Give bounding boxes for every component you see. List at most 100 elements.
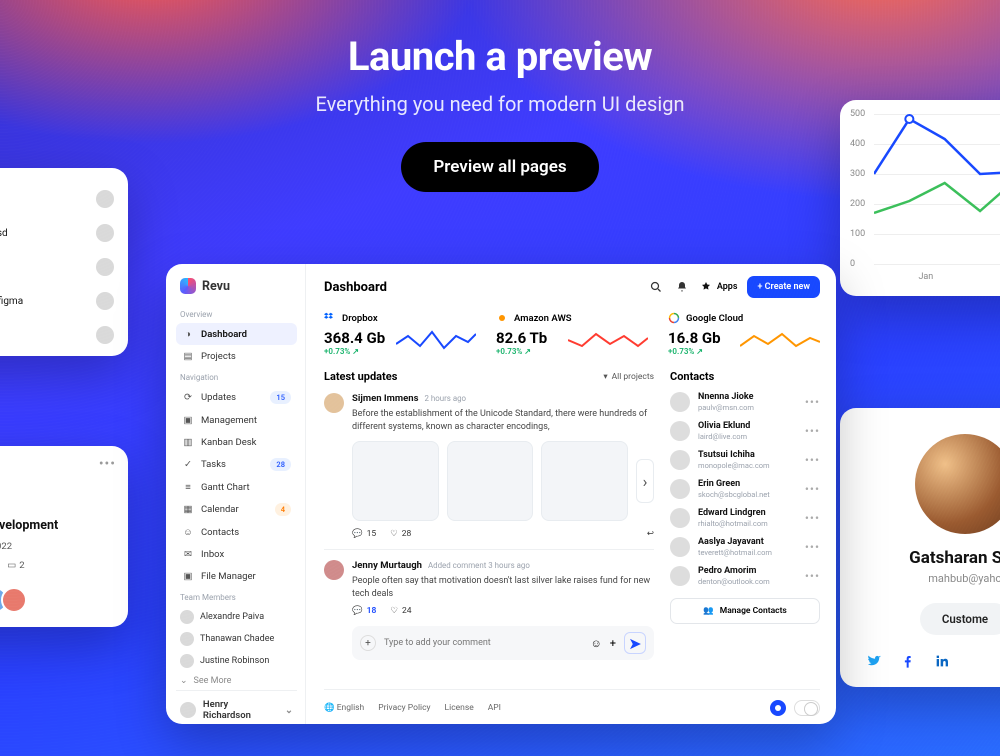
brand-logo[interactable]: Revu — [176, 276, 297, 304]
attachment-thumb[interactable] — [352, 441, 439, 521]
avatar — [915, 434, 1000, 534]
storage-stats: Dropbox 368.4 Gb +0.73% ↗ Amazon AWS 82.… — [324, 312, 820, 356]
linkedin-icon[interactable] — [934, 653, 950, 669]
next-arrow-icon[interactable]: › — [636, 459, 654, 503]
dashboard-window: Revu Overview ◑Dashboard ▤Projects Navig… — [166, 264, 836, 724]
add-attachment-button[interactable]: + — [360, 635, 376, 651]
sidebar-item-files[interactable]: ▣File Manager — [176, 565, 297, 587]
bell-icon[interactable] — [674, 279, 690, 295]
project-stats: ☑ 2 ◔ 80% ▭ 2 — [0, 560, 114, 571]
avatar — [96, 258, 114, 276]
twitter-icon[interactable] — [866, 653, 882, 669]
sidebar-item-calendar[interactable]: ▦Calendar4 — [176, 498, 297, 521]
sidebar-item-dashboard[interactable]: ◑Dashboard — [176, 323, 297, 345]
all-projects-filter[interactable]: ▾All projects — [603, 372, 654, 382]
more-icon[interactable]: ••• — [805, 482, 820, 496]
post: Sijmen Immens2 hours ago Before the esta… — [324, 393, 654, 539]
stat-aws[interactable]: Amazon AWS 82.6 Tb +0.73% ↗ — [496, 312, 648, 356]
aws-icon — [496, 312, 508, 324]
line-chart: 500 400 300 200 100 0 Jan Feb — [874, 114, 1000, 264]
stat-gcloud[interactable]: Google Cloud 16.8 Gb +0.73% ↗ — [668, 312, 820, 356]
footer-link[interactable]: API — [488, 703, 501, 713]
add-icon[interactable]: + — [610, 637, 616, 650]
team-member[interactable]: Thanawan Chadee — [176, 628, 297, 650]
more-icon[interactable]: ••• — [805, 511, 820, 525]
more-icon[interactable]: ••• — [805, 540, 820, 554]
y-tick: 100 — [850, 229, 865, 239]
file-row[interactable]: ne for team.figma — [0, 284, 114, 318]
file-row[interactable]: .sketch — [0, 182, 114, 216]
more-icon[interactable]: ••• — [805, 453, 820, 467]
create-new-button[interactable]: + Create new — [747, 276, 820, 298]
see-more-link[interactable]: ⌄See More — [176, 672, 297, 690]
contact-row[interactable]: Aaslya Jayavantteverett@hotmail.com••• — [670, 537, 820, 557]
contact-row[interactable]: Pedro Amorimdenton@outlook.com••• — [670, 566, 820, 586]
contact-row[interactable]: Olivia Eklundlaird@live.com••• — [670, 421, 820, 441]
dropbox-icon — [324, 312, 336, 324]
comments-button[interactable]: 💬 18 — [352, 606, 376, 616]
contact-row[interactable]: Tsutsui Ichihamonopole@mac.com••• — [670, 450, 820, 470]
comments-button[interactable]: 💬 15 — [352, 529, 376, 539]
avatar — [324, 560, 344, 580]
sidebar-item-updates[interactable]: ⟳Updates15 — [176, 386, 297, 409]
share-icon[interactable]: ↩ — [647, 529, 654, 539]
topbar: Dashboard Apps + Create new — [324, 276, 820, 298]
comments-count: ▭ 2 — [7, 560, 24, 571]
contact-row[interactable]: Edward Lindgrenrhialto@hotmail.com••• — [670, 508, 820, 528]
avatar — [180, 702, 196, 718]
avatar — [96, 292, 114, 310]
file-row[interactable]: tor.ai — [0, 250, 114, 284]
theme-toggle[interactable] — [794, 700, 820, 716]
send-button[interactable]: ➤ — [624, 632, 646, 654]
emoji-icon[interactable]: ☺ — [591, 637, 602, 650]
record-icon[interactable] — [770, 700, 786, 716]
files-card: .sketch templates.psd tor.ai ne for team… — [0, 168, 128, 356]
post-time: 2 hours ago — [424, 394, 466, 403]
sidebar-item-management[interactable]: ▣Management — [176, 409, 297, 431]
updates-feed: Latest updates ▾All projects Sijmen Imme… — [324, 370, 654, 689]
avatar — [96, 190, 114, 208]
contact-row[interactable]: Nnenna Jiokepaulv@msn.com••• — [670, 392, 820, 412]
apps-button[interactable]: Apps — [700, 281, 738, 293]
sidebar-item-projects[interactable]: ▤Projects — [176, 345, 297, 367]
comment-input[interactable] — [384, 638, 583, 648]
columns-icon: ▥ — [182, 436, 194, 448]
sidebar-item-inbox[interactable]: ✉Inbox — [176, 543, 297, 565]
contact-row[interactable]: Erin Greenskoch@sbcglobal.net••• — [670, 479, 820, 499]
calendar-icon: 🗓 03 Dec 2022 — [0, 541, 12, 552]
manage-contacts-button[interactable]: 👥Manage Contacts — [670, 598, 820, 624]
sidebar-item-tasks[interactable]: ✓Tasks28 — [176, 453, 297, 476]
language-select[interactable]: 🌐 English — [324, 703, 364, 713]
likes-button[interactable]: ♡ 28 — [390, 529, 411, 539]
likes-button[interactable]: ♡ 24 — [390, 606, 411, 616]
footer-link[interactable]: License — [445, 703, 474, 713]
stat-dropbox[interactable]: Dropbox 368.4 Gb +0.73% ↗ — [324, 312, 476, 356]
more-icon[interactable]: ••• — [99, 456, 116, 472]
more-icon[interactable]: ••• — [805, 569, 820, 583]
page-title: Dashboard — [324, 280, 387, 295]
chevron-down-icon: ⌄ — [285, 705, 293, 716]
search-icon[interactable] — [648, 279, 664, 295]
footer-link[interactable]: Privacy Policy — [378, 703, 430, 713]
attachment-thumb[interactable] — [541, 441, 628, 521]
more-icon[interactable]: ••• — [805, 424, 820, 438]
role-pill[interactable]: Custome — [920, 603, 1000, 635]
team-member[interactable]: Justine Robinson — [176, 650, 297, 672]
attachment-thumb[interactable] — [447, 441, 534, 521]
post-text: Before the establishment of the Unicode … — [352, 408, 654, 433]
sidebar-item-gantt[interactable]: ≡Gantt Chart — [176, 476, 297, 498]
preview-all-button[interactable]: Preview all pages — [401, 142, 598, 192]
current-user[interactable]: Henry Richardson⌄ — [176, 690, 297, 729]
project-card: ••• lection development 🗓 03 Dec 2022 ☑ … — [0, 446, 128, 627]
file-row[interactable]: templates.psd — [0, 216, 114, 250]
file-row[interactable]: lsx — [0, 318, 114, 352]
file-name: templates.psd — [0, 228, 8, 239]
sidebar-item-kanban[interactable]: ▥Kanban Desk — [176, 431, 297, 453]
count-badge: 15 — [270, 391, 291, 404]
facebook-icon[interactable] — [900, 653, 916, 669]
chart-card: 9:14:4 $8,42 500 400 300 200 100 0 Jan F… — [840, 100, 1000, 296]
more-icon[interactable]: ••• — [805, 395, 820, 409]
users-icon: 👥 — [703, 606, 714, 616]
team-member[interactable]: Alexandre Paiva — [176, 606, 297, 628]
sidebar-item-contacts[interactable]: ☺Contacts — [176, 521, 297, 543]
